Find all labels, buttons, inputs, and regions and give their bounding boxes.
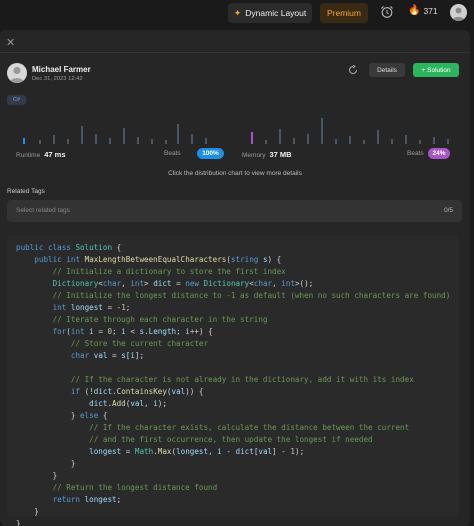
code-line: char val = s[i]; [70,351,145,360]
distribution-hint: Click the distribution chart to view mor… [168,170,302,177]
dynamic-layout-label: Dynamic Layout [245,8,307,18]
layout-sparkle-icon: ✦ [233,7,242,18]
memory-bars [251,118,449,144]
memory-value: 37 MB [269,150,292,159]
related-tags-input[interactable]: Select related tags 0/5 [7,200,462,222]
memory-stat: Memory 37 MB [242,150,292,159]
code-line: // Store the current character [70,339,209,348]
author-name[interactable]: Michael Farmer [32,65,91,74]
code-line: public class Solution { [16,243,122,252]
runtime-value: 47 ms [44,150,66,159]
code-line: public int MaxLengthBetweenEqualCharacte… [34,255,282,264]
code-line: longest = Math.Max(longest, i - dict[val… [89,447,305,456]
close-icon[interactable]: ✕ [6,36,15,49]
solution-label: Solution [427,66,451,74]
related-tags-placeholder: Select related tags [16,207,70,214]
share-icon[interactable] [348,65,358,75]
avatar[interactable] [450,4,467,21]
fire-icon: 🔥 [408,5,421,16]
code-line: } [16,471,58,480]
code-block[interactable]: public class Solution { public int MaxLe… [7,236,459,526]
streak-count: 371 [423,5,438,16]
divider [0,52,470,53]
memory-beats-label: Beats [407,150,424,157]
code-line: int longest = -1; [52,303,131,312]
runtime-bars [23,124,207,144]
runtime-beats-label: Beats [164,150,181,157]
alarm-clock-icon[interactable] [380,5,394,19]
code-line: for(int i = 0; i < s.Length; i++) { [52,327,213,336]
dynamic-layout-button[interactable]: ✦ Dynamic Layout [228,3,312,23]
code-line: // If the character exists, calculate th… [89,423,410,432]
language-tag[interactable]: C# [7,95,26,105]
code-line: // If the character is not already in th… [70,375,414,384]
code-line: } [16,519,21,526]
premium-label: Premium [326,8,361,18]
avatar-silhouette-icon [9,66,25,83]
code-line: } [16,459,76,468]
code-line: // Return the longest distance found [52,483,218,492]
distribution-chart[interactable] [7,112,463,148]
code-line: Dictionary<char, int> dict = new Diction… [52,279,314,288]
code-line: // and the first occurrence, then update… [89,435,373,444]
code-line: } else { [16,411,108,420]
code-line: // Iterate through each character in the… [52,315,268,324]
solution-panel: ✕ Michael Farmer Dec 31, 2023 12:42 Deta… [0,30,470,526]
code-line: } [16,507,39,516]
streak-counter[interactable]: 🔥 371 [408,5,438,16]
related-tags-count: 0/5 [443,207,453,214]
details-label: Details [377,66,397,74]
code-line: // Initialize a dictionary to store the … [52,267,286,276]
memory-label: Memory [242,152,266,159]
code-line: return longest; [52,495,122,504]
code-line: // Initialize the longest distance to -1… [52,291,451,300]
top-bar: ✦ Dynamic Layout Premium 🔥 371 [0,0,474,28]
runtime-label: Runtime [16,152,41,159]
runtime-beats-badge: 100% [197,148,224,159]
plus-icon: + [421,66,426,74]
runtime-stat: Runtime 47 ms [16,150,66,159]
memory-beats-badge: 24% [428,148,450,159]
avatar-silhouette-icon [452,7,465,21]
premium-button[interactable]: Premium [320,3,368,23]
add-solution-button[interactable]: + Solution [413,63,459,77]
author-avatar[interactable] [7,63,27,83]
code-line: if (!dict.ContainsKey(val)) { [70,387,204,396]
details-button[interactable]: Details [369,63,405,77]
related-tags-label: Related Tags [7,188,45,195]
post-date: Dec 31, 2023 12:42 [32,76,83,82]
code-line: dict.Add(val, i); [89,399,167,408]
